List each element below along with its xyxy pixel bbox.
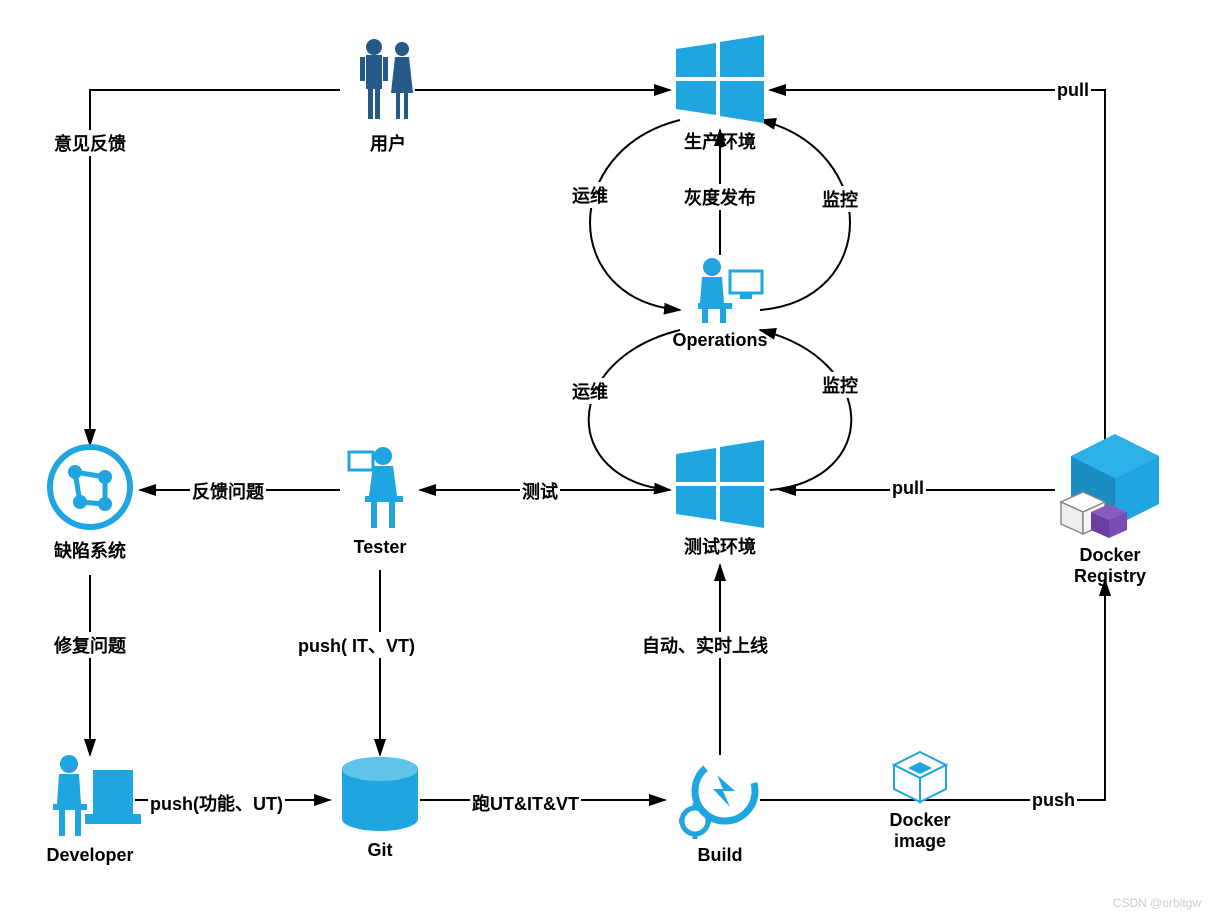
edge-pull-test: pull [890, 478, 926, 499]
windows-icon-2 [672, 440, 768, 528]
edge-fb-issue: 反馈问题 [190, 478, 266, 504]
tester-icon [335, 442, 425, 532]
node-users: 用户 [338, 35, 438, 156]
node-dockerimg: Docker image [860, 750, 980, 852]
edge-run-tests: 跑UT&IT&VT [470, 790, 581, 816]
git-icon [335, 755, 425, 835]
edge-ops-left: 运维 [570, 182, 610, 208]
connectors [0, 0, 1213, 916]
edge-auto: 自动、实时上线 [640, 632, 770, 658]
defect-label: 缺陷系统 [40, 537, 140, 563]
build-icon [675, 755, 765, 840]
edge-feedback: 意见反馈 [52, 130, 128, 156]
edge-pull-prod: pull [1055, 80, 1091, 101]
edge-gray: 灰度发布 [682, 184, 758, 210]
edge-fix: 修复问题 [52, 632, 128, 658]
dockerimg-label: Docker image [860, 810, 980, 852]
edge-test: 测试 [520, 478, 560, 504]
node-testenv: 测试环境 [665, 440, 775, 559]
diagram-canvas: 用户 生产环境 Operations 测试环境 Tester [0, 0, 1213, 916]
edge-ops-right2: 监控 [820, 372, 860, 398]
developer-icon [35, 750, 145, 840]
registry-label: Docker Registry [1050, 545, 1170, 587]
defect-icon [45, 442, 135, 532]
developer-label: Developer [30, 845, 150, 866]
node-registry: Docker Registry [1050, 430, 1170, 587]
prod-label: 生产环境 [665, 128, 775, 154]
ops-label: Operations [660, 330, 780, 351]
edge-ops-right: 监控 [820, 186, 860, 212]
edge-push-itvt: push( IT、VT) [296, 632, 417, 658]
windows-icon [672, 35, 768, 123]
build-label: Build [670, 845, 770, 866]
node-tester: Tester [330, 442, 430, 558]
testenv-label: 测试环境 [665, 533, 775, 559]
watermark: CSDN @orbitgw [1113, 896, 1201, 910]
edge-push-ut: push(功能、UT) [148, 790, 285, 816]
node-defect: 缺陷系统 [40, 442, 140, 563]
node-build: Build [670, 755, 770, 866]
users-icon [348, 35, 428, 125]
edge-ops-left2: 运维 [570, 378, 610, 404]
registry-icon [1055, 430, 1165, 540]
git-label: Git [330, 840, 430, 861]
node-prod: 生产环境 [665, 35, 775, 154]
users-label: 用户 [338, 130, 438, 156]
node-ops: Operations [660, 255, 780, 351]
operations-icon [670, 255, 770, 325]
tester-label: Tester [330, 537, 430, 558]
node-developer: Developer [30, 750, 150, 866]
node-git: Git [330, 755, 430, 861]
edge-push: push [1030, 790, 1077, 811]
docker-image-icon [890, 750, 950, 805]
